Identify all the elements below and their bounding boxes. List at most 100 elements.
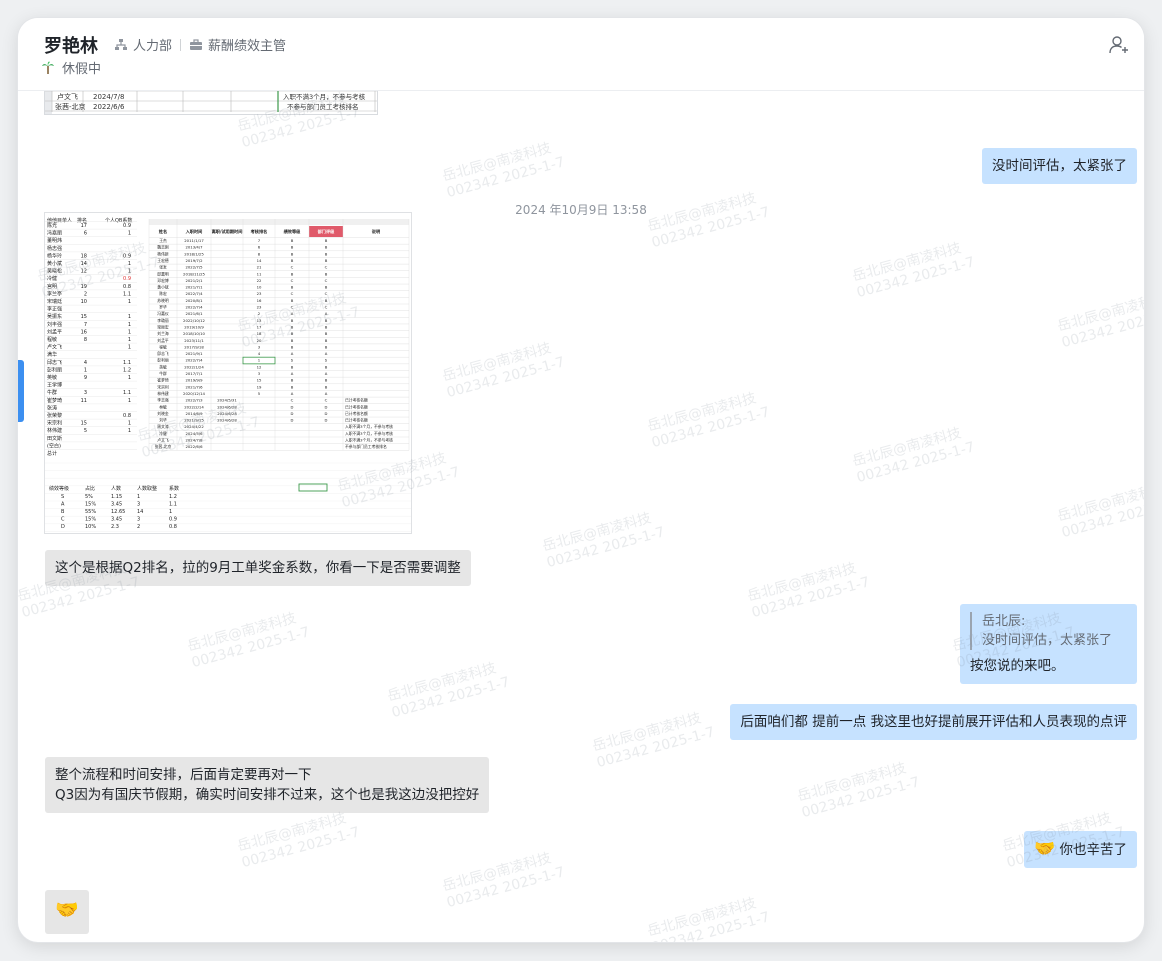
message-text: 没时间评估，太紧张了 xyxy=(992,158,1127,174)
handshake-emoji: 🤝 xyxy=(55,899,79,921)
sheet-cell: B xyxy=(291,238,294,243)
sheet-cell: 英敏 xyxy=(47,374,57,381)
image-message-spreadsheet[interactable]: 他他目单人 排名 个人QB系数 陈光 17 0.9 冯嘉丽 6 1 董明炜 杨志强 杨华玲 18 0.9 黄… xyxy=(44,212,412,534)
sheet-cell: C xyxy=(325,278,328,283)
sheet-cell: 李志强 xyxy=(157,398,169,403)
sheet-cell: 入职不满3个月，不参与考核 xyxy=(345,438,393,443)
sheet-cell: B xyxy=(291,324,294,329)
message-bubble-outgoing[interactable]: 没时间评估，太紧张了 xyxy=(982,148,1137,184)
sheet-cell: 李璐丽 xyxy=(157,318,169,323)
sheet-cell: S xyxy=(61,494,64,500)
sheet-cell: B xyxy=(291,258,294,263)
sheet-cell: B xyxy=(291,384,294,389)
sheet-cell: 程敏 xyxy=(159,344,167,349)
sheet-cell: 刘华 xyxy=(159,418,167,423)
sheet-cell: 13 xyxy=(257,318,262,323)
sheet-snippet: 卢文飞 2024/7/8 入职不满3个月，不参与考核 张茜-北京 2022/6/… xyxy=(45,90,377,114)
snippet-name-1: 卢文飞 xyxy=(57,92,78,101)
sheet-cell: 1 xyxy=(128,421,131,427)
sheet-cell: 15% xyxy=(85,517,96,523)
sheet-cell: 8 xyxy=(258,251,261,256)
sheet-cell: 9 xyxy=(84,375,87,381)
sheet-cell: 17 xyxy=(81,223,87,229)
sheet-cell: 英敏 xyxy=(159,364,167,369)
add-user-icon[interactable] xyxy=(1108,34,1130,56)
message-bubble-reply[interactable]: 岳北辰: 没时间评估，太紧张了 按您说的来吧。 xyxy=(960,604,1137,684)
sheet-cell: 刘孟平 xyxy=(157,338,169,343)
sheet-cell: 0.9 xyxy=(123,253,131,259)
sheet-cell: 2 xyxy=(84,291,87,297)
sheet-cell: B xyxy=(325,378,328,383)
message-bubble-outgoing[interactable]: 后面咱们都 提前一点 我这里也好提前展开评估和人员表现的点评 xyxy=(730,704,1137,740)
sheet-cell: 2023/11/1 xyxy=(184,338,204,343)
sheet-cell: B xyxy=(291,331,294,336)
snippet-name-2: 张茜-北京 xyxy=(55,102,86,111)
sheet-cell: 3.45 xyxy=(111,502,122,508)
sheet-cell: 卢文飞 xyxy=(157,438,169,443)
sheet-cell: B xyxy=(291,378,294,383)
sheet-cell: A xyxy=(291,391,294,396)
sheet-cell: B xyxy=(325,285,328,290)
sheet-cell: 1 xyxy=(128,299,131,305)
sheet-cell: 已计考核名额 xyxy=(345,418,368,423)
sheet-cell: 吴振东 xyxy=(47,313,62,320)
sheet-active-cell xyxy=(298,483,328,492)
department-label[interactable]: 人力部 xyxy=(133,35,172,54)
sheet-cell: 2017/9/18 xyxy=(184,344,204,349)
sheet-cell: 1 xyxy=(128,261,131,267)
sheet-cell: C xyxy=(291,398,294,403)
sheet-cell: 已计考核名额 xyxy=(345,404,368,409)
message-bubble-outgoing[interactable]: 🤝 你也辛苦了 xyxy=(1024,831,1137,868)
sheet-cell: 0.9 xyxy=(123,276,131,282)
sheet-cell: 2024/6/28 xyxy=(217,418,237,423)
sheet-cell: D xyxy=(325,404,328,409)
sheet-cell: 魏志刚 xyxy=(157,245,169,250)
sheet-cell: 2019/7/2 xyxy=(185,258,203,263)
sheet-cell: B xyxy=(291,271,294,276)
sheet-cell: 1.1 xyxy=(123,360,131,366)
sheet-cell: 10 xyxy=(81,299,87,305)
sheet-cell: 宫明 xyxy=(47,283,57,290)
sheet-cell: 12.65 xyxy=(111,509,125,515)
sheet-right-header: 考核排名 xyxy=(251,228,268,235)
sheet-cell: 18 xyxy=(257,331,262,336)
sheet-cell: 11 xyxy=(81,398,87,404)
sheet-cell: 19 xyxy=(81,284,87,290)
sheet-cell: 2013/4/7 xyxy=(185,245,203,250)
sheet-cell: 黄小斌 xyxy=(47,260,62,267)
handshake-emoji: 🤝 xyxy=(1034,839,1056,859)
sheet-cell: A xyxy=(325,351,328,356)
sheet-bottom-header: 人数取整 xyxy=(137,485,157,492)
sheet-cell: 黄小斌 xyxy=(157,285,169,290)
sheet-cell: 0.8 xyxy=(123,413,131,419)
message-list[interactable]: 卢文飞 2024/7/8 入职不满3个月，不参与考核 张茜-北京 2022/6/… xyxy=(18,90,1144,942)
sheet-cell: 1 xyxy=(137,494,140,500)
sheet-cell: 苏晓明 xyxy=(157,298,169,303)
image-message-partial[interactable]: 卢文飞 2024/7/8 入职不满3个月，不参与考核 张茜-北京 2022/6/… xyxy=(44,90,378,115)
sheet-cell: 21 xyxy=(257,265,262,270)
sheet-cell: 23 xyxy=(257,305,262,310)
sheet-cell: A xyxy=(325,311,328,316)
message-bubble-incoming[interactable]: 整个流程和时间安排，后面肯定要再对一下 Q3因为有国庆节假期，确实时间安排不过来… xyxy=(45,757,490,813)
sheet-cell: 冷健 xyxy=(159,431,167,436)
sheet-cell: 周文涛 xyxy=(157,424,169,429)
sheet-cell: B xyxy=(325,344,328,349)
contact-name[interactable]: 罗艳林 xyxy=(44,32,98,58)
sheet-cell: 1 xyxy=(128,314,131,320)
message-bubble-incoming[interactable]: 这个是根据Q2排名，拉的9月工单奖金系数，你看一下是否需要调整 xyxy=(45,550,471,586)
sheet-cell: 1 xyxy=(128,269,131,275)
sheet-cell: 1 xyxy=(128,375,131,381)
sheet-cell: 1 xyxy=(128,231,131,237)
sheet-cell: 2024/7/8 xyxy=(185,438,203,443)
sheet-cell: 2022/7/4 xyxy=(185,305,203,310)
message-text: 这个是根据Q2排名，拉的9月工单奖金系数，你看一下是否需要调整 xyxy=(55,560,461,576)
sheet-cell: 7 xyxy=(84,322,87,328)
message-bubble-sticker[interactable]: 🤝 xyxy=(45,890,89,934)
meta-divider xyxy=(180,38,182,51)
sheet-cell: 3 xyxy=(137,517,140,523)
sheet-cell: D xyxy=(291,418,294,423)
quoted-message[interactable]: 岳北辰: 没时间评估，太紧张了 xyxy=(970,612,1127,650)
sheet-cell: 1 xyxy=(128,329,131,335)
sheet-cell: 张荣黎 xyxy=(47,412,62,419)
sheet-cell: 宋宗利 xyxy=(47,420,62,427)
